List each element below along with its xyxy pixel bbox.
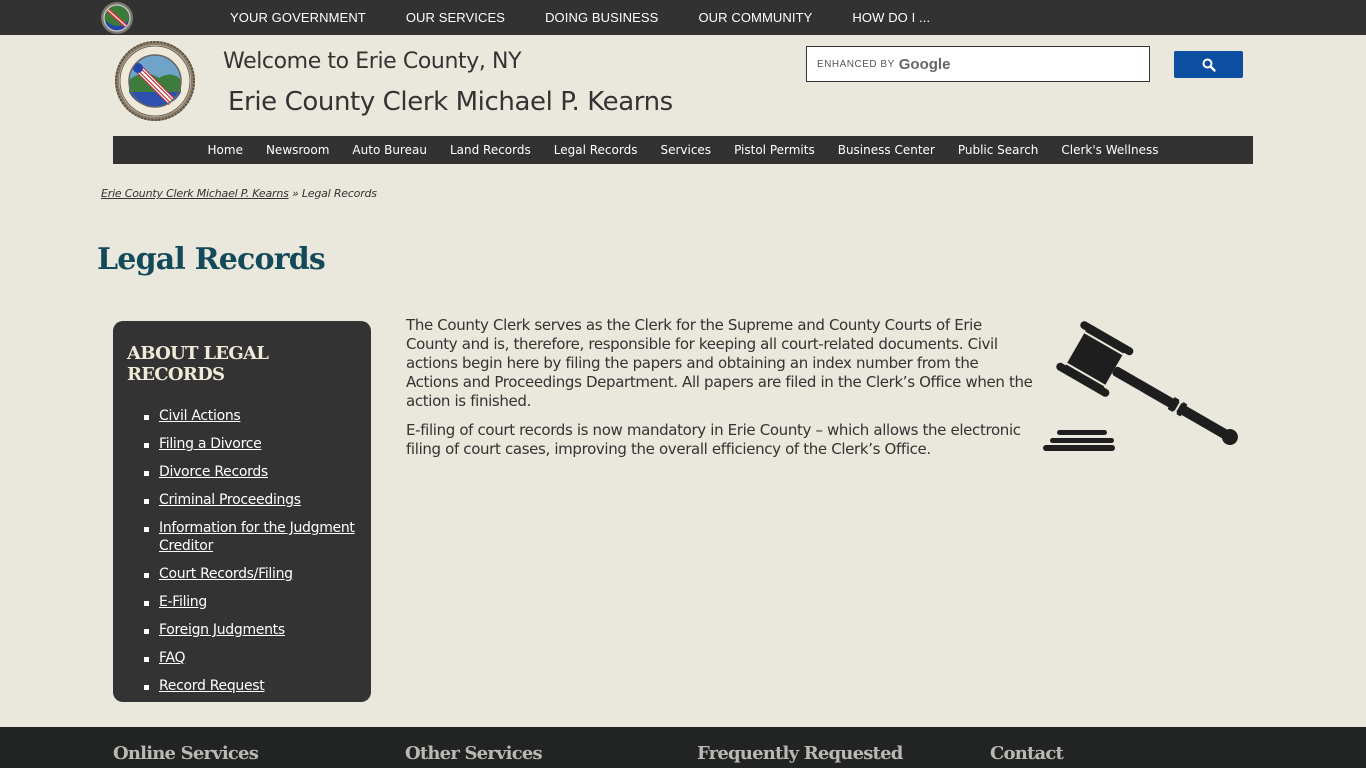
footer-heading-online-services: Online Services (113, 743, 259, 764)
sidebar-item: Civil Actions (127, 407, 357, 425)
content-paragraph: The County Clerk serves as the Clerk for… (406, 316, 1033, 410)
nav-business-center[interactable]: Business Center (826, 143, 946, 157)
nav-public-search[interactable]: Public Search (946, 143, 1050, 157)
county-seal-logo[interactable] (114, 40, 196, 122)
breadcrumb: Erie County Clerk Michael P. Kearns » Le… (101, 187, 377, 200)
top-nav-doing-business[interactable]: DOING BUSINESS (525, 10, 678, 25)
welcome-heading: Welcome to Erie County, NY (223, 49, 522, 74)
search-icon (1202, 58, 1216, 72)
content-paragraph: E-filing of court records is now mandato… (406, 421, 1021, 458)
sidebar-link-filing-a-divorce[interactable]: Filing a Divorce (159, 436, 262, 452)
sidebar-item: Record Request (127, 677, 357, 695)
county-seal-small-icon[interactable] (100, 1, 134, 35)
top-navigation: YOUR GOVERNMENT OUR SERVICES DOING BUSIN… (210, 0, 950, 35)
sidebar-link-list: Civil Actions Filing a Divorce Divorce R… (127, 407, 357, 695)
gavel-icon (1043, 321, 1238, 451)
page-title: Legal Records (97, 242, 326, 277)
sidebar-link-judgment-creditor[interactable]: Information for the Judgment Creditor (159, 520, 355, 554)
footer-heading-frequently-requested: Frequently Requested (697, 743, 903, 764)
main-navigation: Home Newsroom Auto Bureau Land Records L… (113, 136, 1253, 164)
sidebar-link-criminal-proceedings[interactable]: Criminal Proceedings (159, 492, 301, 508)
top-nav-our-community[interactable]: OUR COMMUNITY (678, 10, 832, 25)
breadcrumb-parent-link[interactable]: Erie County Clerk Michael P. Kearns (101, 187, 289, 200)
top-nav-our-services[interactable]: OUR SERVICES (386, 10, 525, 25)
sidebar-link-record-request[interactable]: Record Request (159, 678, 265, 694)
top-nav-how-do-i[interactable]: HOW DO I ... (832, 10, 950, 25)
nav-land-records[interactable]: Land Records (438, 143, 542, 157)
sidebar-item: Foreign Judgments (127, 621, 357, 639)
search-button[interactable] (1174, 51, 1243, 78)
sidebar-item: E-Filing (127, 593, 357, 611)
top-nav-your-government[interactable]: YOUR GOVERNMENT (210, 10, 386, 25)
search-input-container[interactable]: ENHANCED BY Google (806, 46, 1150, 82)
nav-clerks-wellness[interactable]: Clerk's Wellness (1050, 143, 1170, 157)
footer-heading-contact: Contact (990, 743, 1064, 764)
sidebar-link-faq[interactable]: FAQ (159, 650, 186, 666)
sidebar-link-civil-actions[interactable]: Civil Actions (159, 408, 241, 424)
sidebar-link-divorce-records[interactable]: Divorce Records (159, 464, 268, 480)
sidebar-link-court-records-filing[interactable]: Court Records/Filing (159, 566, 293, 582)
nav-services[interactable]: Services (649, 143, 723, 157)
sidebar-item: Criminal Proceedings (127, 491, 357, 509)
site-title[interactable]: Erie County Clerk Michael P. Kearns (228, 87, 673, 117)
main-content: The County Clerk serves as the Clerk for… (406, 316, 1034, 469)
sidebar-item: Court Records/Filing (127, 565, 357, 583)
breadcrumb-separator: » (291, 187, 299, 200)
breadcrumb-current: Legal Records (301, 187, 377, 200)
sidebar-item: Information for the Judgment Creditor (127, 519, 357, 555)
top-bar: YOUR GOVERNMENT OUR SERVICES DOING BUSIN… (0, 0, 1366, 35)
sidebar-item: Divorce Records (127, 463, 357, 481)
sidebar-about-legal-records: ABOUT LEGAL RECORDS Civil Actions Filing… (113, 321, 371, 702)
sidebar-heading: ABOUT LEGAL RECORDS (127, 343, 269, 385)
nav-auto-bureau[interactable]: Auto Bureau (341, 143, 439, 157)
sidebar-item: FAQ (127, 649, 357, 667)
footer-heading-other-services: Other Services (405, 743, 543, 764)
nav-pistol-permits[interactable]: Pistol Permits (723, 143, 827, 157)
sidebar-item: Filing a Divorce (127, 435, 357, 453)
nav-home[interactable]: Home (196, 143, 254, 157)
nav-legal-records[interactable]: Legal Records (542, 143, 649, 157)
sidebar-link-e-filing[interactable]: E-Filing (159, 594, 207, 610)
footer: Online Services Other Services Frequentl… (0, 727, 1366, 768)
sidebar-link-foreign-judgments[interactable]: Foreign Judgments (159, 622, 285, 638)
nav-newsroom[interactable]: Newsroom (254, 143, 340, 157)
